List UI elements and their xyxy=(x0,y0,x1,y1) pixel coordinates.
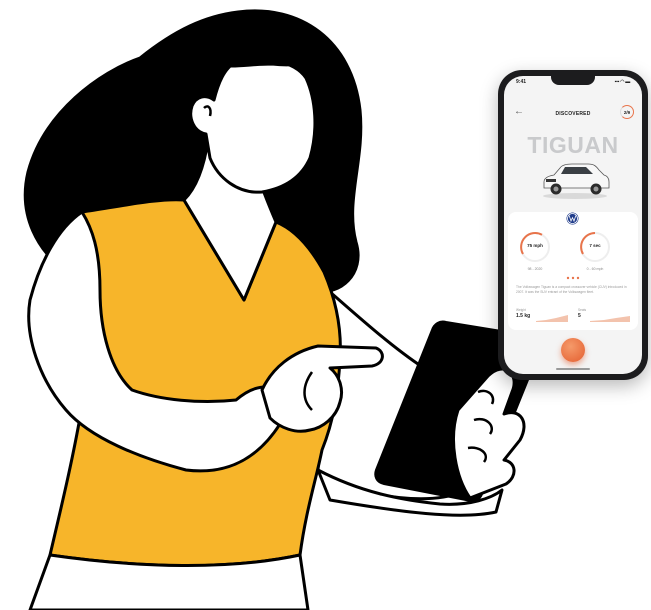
model-description: The Volkswagen Tiguan is a compact cross… xyxy=(516,285,627,294)
back-arrow-icon[interactable]: ← xyxy=(514,107,524,117)
info-card: 75 mph 98 - 2020 7 sec 0 - 60 mph The Vo… xyxy=(508,212,638,330)
vw-logo-icon xyxy=(566,212,579,225)
status-icons: ▪▪▪ ◠ ▬ xyxy=(614,79,631,85)
phone-screen: 9:41 ▪▪▪ ◠ ▬ ← DISCOVERED 2/9 TIGUAN 75 … xyxy=(504,76,642,374)
seats-bar xyxy=(590,316,630,322)
stat-label: Weight xyxy=(516,308,526,312)
car-image xyxy=(543,163,610,199)
page-indicator: 2/9 xyxy=(620,105,634,119)
stat-seats: Seats 5 xyxy=(576,308,632,328)
action-button[interactable] xyxy=(561,338,585,362)
phone-mockup: 9:41 ▪▪▪ ◠ ▬ ← DISCOVERED 2/9 TIGUAN 75 … xyxy=(498,70,648,380)
pagination-dots xyxy=(566,276,580,280)
speed-caption: 98 - 2020 xyxy=(527,267,543,271)
status-time: 9:41 xyxy=(516,79,527,85)
home-indicator xyxy=(556,368,590,370)
model-name: TIGUAN xyxy=(527,132,619,158)
stat-value: 1.5 kg xyxy=(516,313,531,319)
speed-value: 75 mph xyxy=(527,243,543,248)
acceleration-caption: 0 - 60 mph xyxy=(586,267,604,271)
stat-weight: Weight 1.5 kg xyxy=(514,308,570,328)
acceleration-value: 7 sec xyxy=(589,243,601,248)
screen-title: DISCOVERED xyxy=(555,111,591,117)
weight-bar xyxy=(536,315,568,322)
stat-label: Seats xyxy=(578,308,587,312)
phone-notch xyxy=(551,76,595,85)
stat-value: 5 xyxy=(578,313,581,319)
